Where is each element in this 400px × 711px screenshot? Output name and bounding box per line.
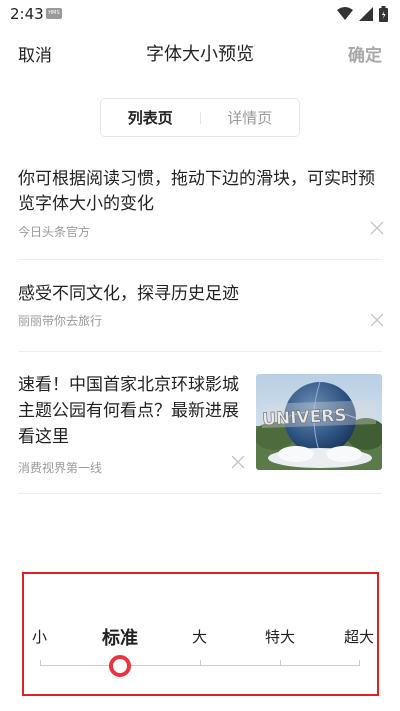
news-thumbnail[interactable]: UNIVERS — [256, 374, 382, 470]
battery-icon — [379, 6, 388, 22]
page-title: 字体大小预览 — [146, 44, 254, 65]
status-bar: 2:43 HMS — [0, 0, 400, 28]
size-option-standard[interactable]: 标准 — [102, 624, 138, 650]
size-option-small[interactable]: 小 — [32, 626, 47, 647]
size-option-super-large[interactable]: 超大 — [344, 626, 374, 647]
hms-badge: HMS — [46, 8, 62, 19]
divider — [18, 351, 382, 352]
news-item[interactable]: 你可根据阅读习惯，拖动下边的滑块，可实时预览字体大小的变化 今日头条官方 — [18, 167, 384, 240]
divider — [18, 259, 382, 260]
tab-list-page[interactable]: 列表页 — [101, 107, 200, 128]
preview-tabs: 列表页 详情页 — [100, 98, 300, 137]
news-title: 你可根据阅读习惯，拖动下边的滑块，可实时预览字体大小的变化 — [18, 169, 375, 214]
size-option-large[interactable]: 大 — [192, 626, 207, 647]
tab-detail-page[interactable]: 详情页 — [201, 107, 300, 128]
news-title: 速看！中国首家北京环球影城主题公园有何看点？最新进展看这里 — [18, 375, 239, 447]
cancel-button[interactable]: 取消 — [18, 41, 52, 66]
close-icon[interactable] — [370, 221, 384, 235]
confirm-button[interactable]: 确定 — [348, 41, 382, 66]
news-source: 丽丽带你去旅行 — [18, 314, 103, 328]
slider-tick — [200, 660, 201, 666]
divider — [18, 493, 382, 494]
news-title: 感受不同文化，探寻历史足迹 — [18, 284, 239, 304]
close-icon[interactable] — [231, 455, 245, 469]
size-option-extra-large[interactable]: 特大 — [265, 626, 295, 647]
slider-thumb[interactable] — [109, 655, 131, 677]
slider-tick — [359, 660, 360, 666]
slider-tick — [280, 660, 281, 666]
globe-image: UNIVERS — [256, 374, 382, 470]
wifi-icon — [337, 7, 353, 20]
news-source: 今日头条官方 — [18, 225, 91, 239]
close-icon[interactable] — [370, 313, 384, 327]
news-source: 消费视界第一线 — [18, 461, 103, 475]
status-time: 2:43 — [10, 5, 44, 23]
news-item[interactable]: 感受不同文化，探寻历史足迹 丽丽带你去旅行 — [18, 282, 384, 329]
status-icons — [337, 6, 388, 22]
top-bar: 取消 字体大小预览 确定 — [0, 28, 400, 76]
slider-tick — [40, 660, 41, 666]
news-item[interactable]: 速看！中国首家北京环球影城主题公园有何看点？最新进展看这里 消费视界第一线 — [18, 372, 246, 476]
cellular-icon — [359, 7, 373, 21]
